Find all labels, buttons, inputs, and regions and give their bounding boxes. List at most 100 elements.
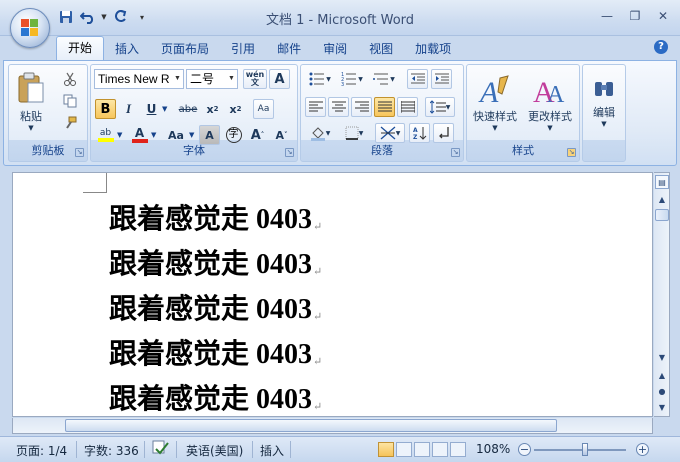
page-count[interactable]: 页面: 1/4 (16, 442, 67, 459)
tab-home[interactable]: 开始 (56, 36, 105, 60)
office-button[interactable] (10, 8, 50, 48)
borders-button[interactable]: ▼ (339, 123, 369, 143)
editing-group: 编辑 ▼ (582, 64, 626, 162)
character-shading-button[interactable]: A (199, 125, 220, 145)
italic-button[interactable]: I (118, 99, 139, 119)
multilevel-list-button[interactable]: ▼ (369, 69, 399, 89)
chevron-down-icon: ▼ (226, 70, 237, 88)
zoom-level[interactable]: 108% (476, 442, 510, 456)
scroll-down-icon[interactable]: ▼ (655, 351, 669, 365)
sort-button[interactable]: AZ (409, 123, 430, 143)
paragraph-launcher-icon[interactable]: ↘ (451, 148, 460, 157)
document-page[interactable]: 跟着感觉走 0403↵ 跟着感觉走 0403↵ 跟着感觉走 0403↵ 跟着感觉… (12, 172, 653, 417)
bold-button[interactable]: B (95, 99, 116, 119)
full-screen-reading-view-icon[interactable] (396, 442, 412, 457)
horizontal-scrollbar[interactable] (12, 418, 653, 434)
tab-page-layout[interactable]: 页面布局 (150, 38, 220, 60)
shrink-font-button[interactable]: A ˅ (271, 125, 292, 145)
document-line[interactable]: 跟着感觉走 0403↵ (109, 287, 322, 332)
shading-button[interactable]: ▼ (305, 123, 335, 143)
align-right-button[interactable] (351, 97, 372, 117)
document-body[interactable]: 跟着感觉走 0403↵ 跟着感觉走 0403↵ 跟着感觉走 0403↵ 跟着感觉… (109, 197, 322, 416)
paragraph-group: ▼ 123 ▼ ▼ ▼ ▼ ▼ ▼ A Z 段落 ↘ (300, 64, 464, 162)
superscript-button[interactable]: x2 (225, 99, 246, 119)
clear-formatting-button[interactable]: Aa (253, 99, 274, 119)
font-size-combo[interactable]: 二号 ▼ (186, 69, 238, 89)
change-case-button[interactable]: Aa (163, 125, 189, 145)
phonetic-guide-button[interactable]: wén 文 (243, 69, 267, 89)
insert-mode-indicator[interactable]: 插入 (260, 442, 284, 459)
numbering-button[interactable]: 123 ▼ (337, 69, 367, 89)
align-center-button[interactable] (328, 97, 349, 117)
vertical-scroll-thumb[interactable] (655, 209, 669, 221)
close-icon[interactable]: ✕ (650, 6, 676, 26)
tab-mailings[interactable]: 邮件 (266, 38, 312, 60)
browse-object-icon[interactable]: ● (655, 385, 669, 399)
next-page-icon[interactable]: ▼ (655, 401, 669, 415)
line-spacing-button[interactable]: ▼ (425, 97, 455, 117)
document-line[interactable]: 跟着感觉走 0403↵ (109, 197, 322, 242)
clipboard-launcher-icon[interactable]: ↘ (75, 148, 84, 157)
font-name-combo[interactable]: Times New R ▼ (94, 69, 184, 89)
document-line[interactable]: 跟着感觉走 0403↵ (109, 242, 322, 287)
copy-icon[interactable] (59, 91, 80, 111)
tab-references[interactable]: 引用 (220, 38, 266, 60)
restore-icon[interactable]: ❐ (622, 6, 648, 26)
help-icon[interactable]: ? (654, 40, 668, 54)
chinese-layout-button[interactable]: ▼ (375, 123, 405, 143)
underline-button[interactable]: U (141, 99, 162, 119)
tab-add-ins[interactable]: 加载项 (404, 38, 462, 60)
bullets-button[interactable]: ▼ (305, 69, 335, 89)
print-layout-view-icon[interactable] (378, 442, 394, 457)
distributed-button[interactable] (397, 97, 418, 117)
cut-icon[interactable] (59, 69, 80, 89)
quick-styles-button[interactable]: A 快速样式 ▼ (469, 67, 521, 139)
font-launcher-icon[interactable]: ↘ (285, 148, 294, 157)
align-left-button[interactable] (305, 97, 326, 117)
enclose-characters-button[interactable]: 字 (223, 125, 244, 145)
chevron-down-icon[interactable]: ▼ (162, 105, 167, 113)
proofing-icon[interactable] (152, 440, 170, 459)
justify-button[interactable] (374, 97, 395, 117)
styles-launcher-icon[interactable]: ↘ (567, 148, 576, 157)
paragraph-group-label: 段落 (371, 144, 393, 157)
strikethrough-button[interactable]: abe (175, 99, 201, 119)
change-styles-button[interactable]: A A 更改样式 ▼ (523, 67, 577, 139)
horizontal-scroll-thumb[interactable] (65, 419, 557, 432)
zoom-slider-track[interactable] (534, 449, 626, 451)
chevron-down-icon[interactable]: ▼ (151, 131, 156, 139)
zoom-out-icon[interactable]: − (518, 443, 531, 456)
outline-view-icon[interactable] (432, 442, 448, 457)
word-count[interactable]: 字数: 336 (84, 442, 139, 459)
chevron-down-icon[interactable]: ▼ (117, 131, 122, 139)
decrease-indent-button[interactable] (407, 69, 428, 89)
character-border-button[interactable]: A (269, 69, 290, 89)
highlight-button[interactable]: ab (95, 125, 116, 145)
editing-button[interactable]: 编辑 ▼ (585, 67, 623, 139)
format-painter-icon[interactable] (59, 113, 80, 133)
zoom-slider-thumb[interactable] (582, 443, 588, 456)
paste-button[interactable]: 粘贴 ▼ (13, 67, 49, 137)
zoom-in-icon[interactable]: + (636, 443, 649, 456)
tab-view[interactable]: 视图 (358, 38, 404, 60)
vertical-scrollbar[interactable]: ▤ ▲ ▼ ▲ ● ▼ (654, 172, 670, 417)
chevron-down-icon: ▼ (325, 129, 331, 137)
increase-indent-button[interactable] (431, 69, 452, 89)
document-line[interactable]: 跟着感觉走 0403↵ (109, 377, 322, 416)
draft-view-icon[interactable] (450, 442, 466, 457)
tab-insert[interactable]: 插入 (104, 38, 150, 60)
show-marks-button[interactable] (433, 123, 454, 143)
grow-font-button[interactable]: A ˄ (247, 125, 268, 145)
previous-page-icon[interactable]: ▲ (655, 369, 669, 383)
chevron-down-icon: ▼ (28, 124, 34, 132)
tab-review[interactable]: 审阅 (312, 38, 358, 60)
document-line[interactable]: 跟着感觉走 0403↵ (109, 332, 322, 377)
font-color-button[interactable]: A (129, 125, 150, 145)
web-layout-view-icon[interactable] (414, 442, 430, 457)
scroll-up-icon[interactable]: ▲ (655, 193, 669, 207)
minimize-icon[interactable]: — (594, 6, 620, 26)
chevron-down-icon[interactable]: ▼ (189, 131, 194, 139)
ruler-toggle-icon[interactable]: ▤ (655, 175, 669, 189)
language-indicator[interactable]: 英语(美国) (186, 442, 243, 459)
subscript-button[interactable]: x2 (202, 99, 223, 119)
